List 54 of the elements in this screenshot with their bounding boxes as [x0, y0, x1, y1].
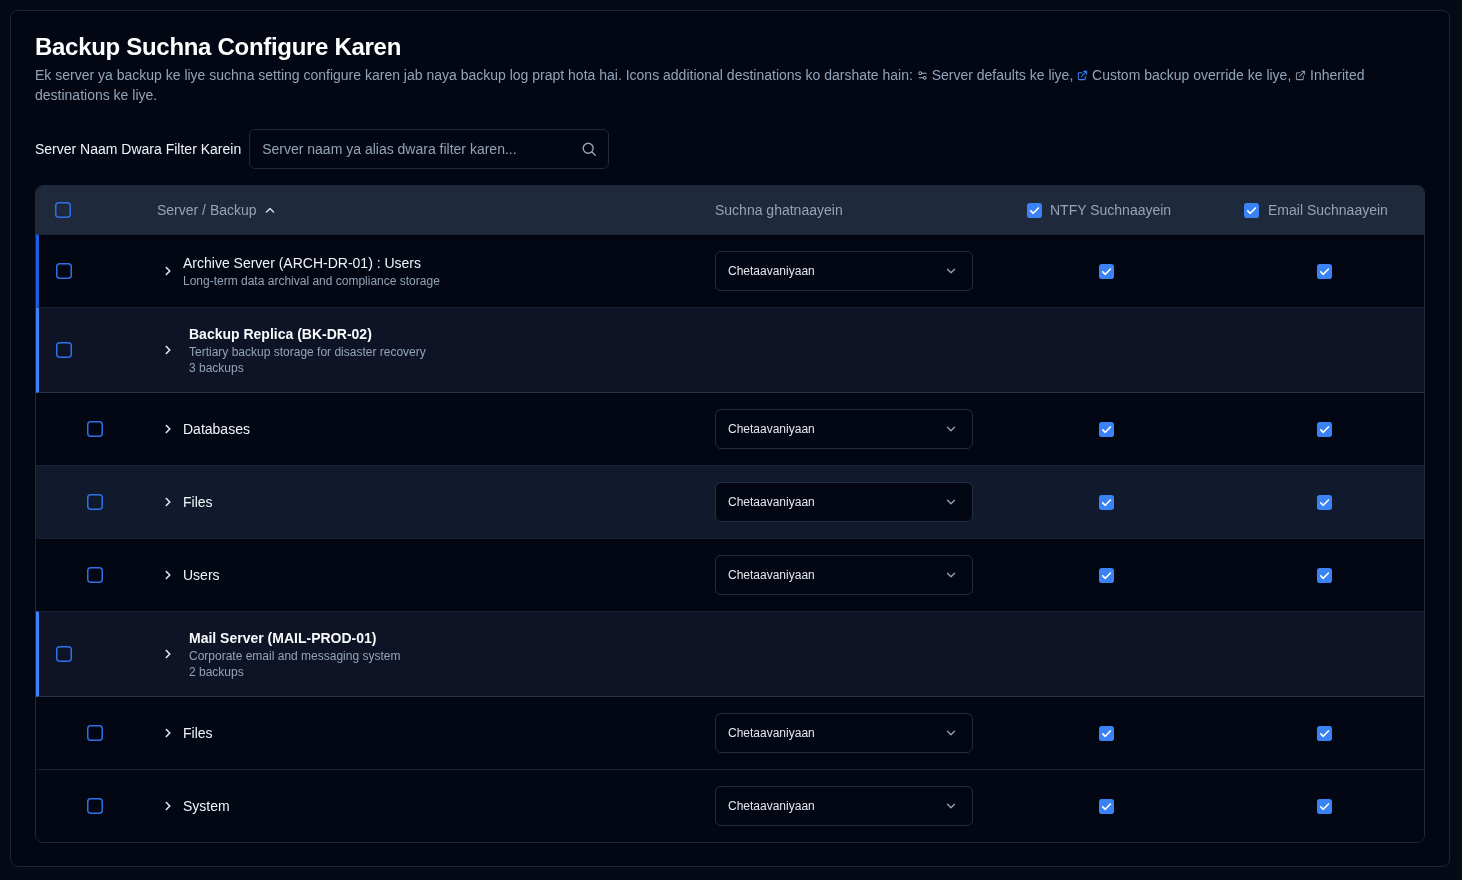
- checkbox[interactable]: [1027, 202, 1042, 218]
- checkbox[interactable]: [1099, 494, 1114, 510]
- search-icon[interactable]: [581, 141, 598, 157]
- backup-count: 3 backups: [189, 360, 245, 376]
- checkbox[interactable]: [1099, 798, 1114, 814]
- event-select[interactable]: Chetaavaniyaan: [715, 482, 973, 522]
- checkbox[interactable]: [56, 263, 72, 279]
- checkbox[interactable]: [87, 421, 103, 437]
- external-link-icon: [1295, 70, 1307, 81]
- server-name: Backup Replica (BK-DR-02): [189, 325, 373, 344]
- checkbox[interactable]: [56, 646, 72, 662]
- checkbox[interactable]: [1244, 202, 1259, 218]
- column-header: NTFY Suchnaayein: [1050, 202, 1172, 218]
- server-description: Tertiary backup storage for disaster recovery: [189, 344, 426, 360]
- checkbox[interactable]: [1099, 725, 1114, 741]
- backup-count: 2 backups: [189, 664, 245, 680]
- checkbox[interactable]: [87, 798, 103, 814]
- checkbox[interactable]: [87, 725, 103, 741]
- event-select[interactable]: Chetaavaniyaan: [715, 251, 973, 291]
- checkbox[interactable]: [1099, 567, 1114, 583]
- column-header: Email Suchnaayein: [1268, 202, 1388, 218]
- checkbox[interactable]: [1317, 567, 1332, 583]
- server-name: Mail Server (MAIL-PROD-01): [189, 629, 378, 648]
- checkbox[interactable]: [1317, 494, 1332, 510]
- event-select[interactable]: Chetaavaniyaan: [715, 409, 973, 449]
- checkbox[interactable]: [1099, 421, 1114, 437]
- page-title: Backup Suchna Configure Karen: [35, 32, 403, 62]
- event-select[interactable]: Chetaavaniyaan: [715, 555, 973, 595]
- server-description: Corporate email and messaging system: [189, 648, 401, 664]
- backup-name: System: [183, 797, 230, 816]
- event-select[interactable]: Chetaavaniyaan: [715, 786, 973, 826]
- backup-name: Files: [183, 724, 213, 743]
- checkbox[interactable]: [1317, 725, 1332, 741]
- checkbox[interactable]: [56, 342, 72, 358]
- filter-label: Server Naam Dwara Filter Karein: [35, 141, 242, 157]
- backup-name: Users: [183, 566, 220, 585]
- checkbox[interactable]: [87, 567, 103, 583]
- external-link-icon: [1077, 70, 1089, 81]
- checkbox[interactable]: [55, 202, 71, 218]
- checkbox[interactable]: [1317, 798, 1332, 814]
- sliders-icon: [916, 70, 928, 81]
- search-field[interactable]: Server naam ya alias dwara filter karen...: [249, 129, 610, 169]
- checkbox[interactable]: [1099, 263, 1114, 279]
- event-select[interactable]: Chetaavaniyaan: [715, 713, 973, 753]
- sort-column-button[interactable]: Server / Backup: [157, 202, 278, 218]
- backup-name: Databases: [183, 420, 250, 439]
- backup-name: Archive Server (ARCH-DR-01) : Users: [183, 254, 423, 273]
- backup-description: Long-term data archival and compliance storage: [183, 273, 440, 289]
- description-text: Ek server ya backup ke liye suchna setting configure karen jab naya backup log prapt hota hai. Icons additional destinations ko darshate hain: Server defaults ke liye, Custom backup override ke liye, Inherited destinations ke liye.: [35, 66, 1366, 105]
- checkbox[interactable]: [1317, 263, 1332, 279]
- checkbox[interactable]: [1317, 421, 1332, 437]
- checkbox[interactable]: [87, 494, 103, 510]
- backup-name: Files: [183, 493, 213, 512]
- column-header: Suchna ghatnaayein: [715, 202, 843, 218]
